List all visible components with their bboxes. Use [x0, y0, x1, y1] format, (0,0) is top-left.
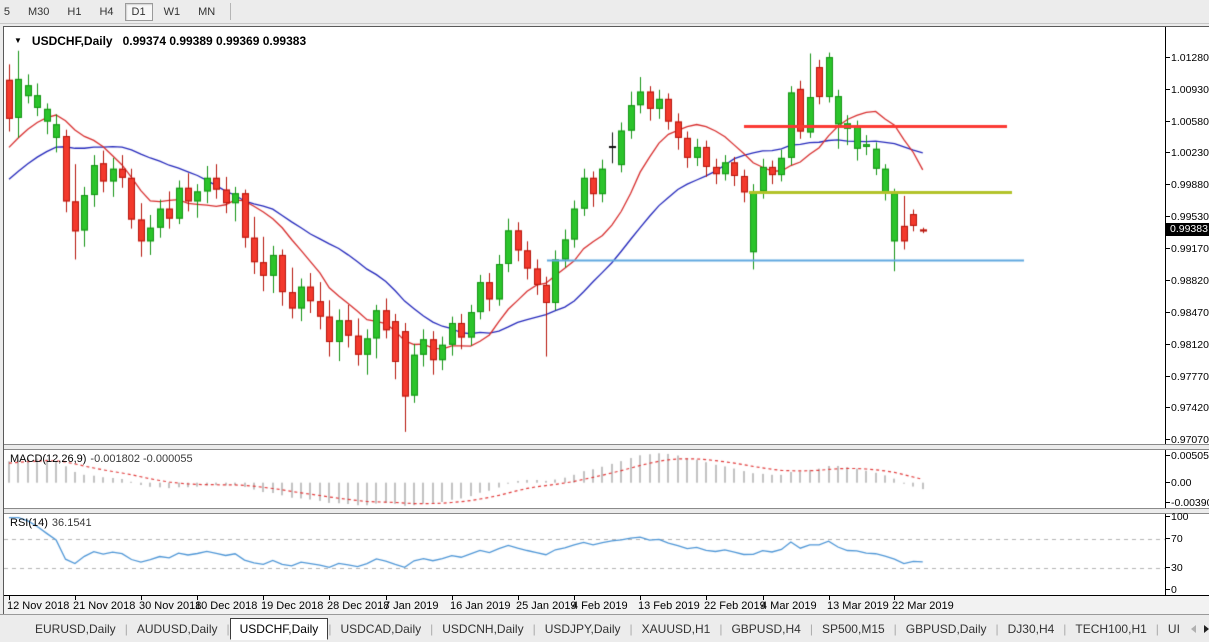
chart-tab-dj30-h4[interactable]: DJ30,H4 — [999, 619, 1064, 639]
price-tick-label: 1.00230 — [1171, 147, 1209, 159]
date-label: 13 Mar 2019 — [827, 600, 889, 612]
rsi-tick-label-tick — [1166, 516, 1170, 517]
rsi-tick-label-tick — [1166, 538, 1170, 539]
rsi-axis: 100 70 30 0 — [1165, 511, 1209, 596]
main-price-panel: ▼ USDCHF,Daily 0.99374 0.99389 0.99369 0… — [4, 27, 1209, 446]
rsi-tick-label: 100 — [1171, 511, 1189, 523]
date-label: 4 Mar 2019 — [761, 600, 817, 612]
chart-tab-sp500-m15[interactable]: SP500,M15 — [813, 619, 894, 639]
price-tick-label-tick — [1166, 216, 1170, 217]
current-price-tag: 0.99383 — [1166, 223, 1209, 236]
chart-tab-usdchf-daily[interactable]: USDCHF,Daily — [229, 617, 329, 640]
date-label: 19 Dec 2018 — [261, 600, 324, 612]
chart-tab-audusd-daily[interactable]: AUDUSD,Daily — [128, 619, 227, 639]
macd-tick-label: -0.003909 — [1171, 497, 1209, 509]
date-label: 28 Dec 2018 — [327, 600, 390, 612]
price-tick-label-tick — [1166, 407, 1170, 408]
chart-tab-usdcad-daily[interactable]: USDCAD,Daily — [331, 619, 430, 639]
chart-tab-tech100-h1[interactable]: TECH100,H1 — [1066, 619, 1155, 639]
tf-button-m5[interactable]: 5 — [0, 3, 17, 21]
chart-tab-xauusd-h1[interactable]: XAUUSD,H1 — [633, 619, 720, 639]
price-tick-label: 0.97070 — [1171, 434, 1209, 446]
price-tick-label-tick — [1166, 89, 1170, 90]
rsi-panel: RSI(14) 36.1541 100 70 30 0 — [4, 511, 1209, 596]
macd-tick-label: 0.005053 — [1171, 450, 1209, 462]
tf-button-mn[interactable]: MN — [191, 3, 222, 21]
rsi-value: 36.1541 — [51, 517, 92, 529]
rsi-tick-label: 70 — [1171, 533, 1183, 545]
chart-tab-gbpusd-daily[interactable]: GBPUSD,Daily — [897, 619, 996, 639]
tf-button-w1[interactable]: W1 — [157, 3, 188, 21]
price-tick-label: 0.98120 — [1171, 339, 1209, 351]
price-tick-label-tick — [1166, 57, 1170, 58]
chart-window: ▼ USDCHF,Daily 0.99374 0.99389 0.99369 0… — [3, 26, 1209, 617]
date-label: 22 Feb 2019 — [704, 600, 766, 612]
tf-button-d1[interactable]: D1 — [124, 2, 153, 21]
rsi-tick-label: 30 — [1171, 562, 1183, 574]
rsi-tick-label-tick — [1166, 567, 1170, 568]
chart-tab-usdcnh-daily[interactable]: USDCNH,Daily — [433, 619, 532, 639]
macd-label: MACD(12,26,9) -0.001802 -0.000055 — [10, 453, 193, 465]
mt4-application: 5 M30 H1 H4 D1 W1 MN ▼ USDCHF,Daily 0.99… — [0, 0, 1209, 642]
date-label: 16 Jan 2019 — [450, 600, 511, 612]
price-tick-label-tick — [1166, 152, 1170, 153]
timeframe-toolbar: 5 M30 H1 H4 D1 W1 MN — [0, 0, 1209, 24]
price-tick-label-tick — [1166, 344, 1170, 345]
tab-scroll-left-icon[interactable] — [1190, 624, 1196, 633]
price-tick-label: 1.00930 — [1171, 84, 1209, 96]
price-tick-label: 0.97770 — [1171, 371, 1209, 383]
date-label: 4 Feb 2019 — [572, 600, 628, 612]
date-label: 21 Nov 2018 — [73, 600, 136, 612]
chart-tab-usdjpy-daily[interactable]: USDJPY,Daily — [536, 619, 630, 639]
price-tick-label-tick — [1166, 121, 1170, 122]
date-label: 30 Nov 2018 — [139, 600, 202, 612]
price-tick-label: 0.98470 — [1171, 307, 1209, 319]
price-tick-label: 1.01280 — [1171, 52, 1209, 64]
macd-tick-label-tick — [1166, 482, 1170, 483]
title-dropdown-arrow[interactable]: ▼ — [14, 36, 22, 45]
macd-tick-label-tick — [1166, 455, 1170, 456]
macd-tick-label: 0.00 — [1171, 477, 1192, 489]
tab-scroll-right-icon[interactable] — [1203, 624, 1209, 633]
price-tick-label-tick — [1166, 248, 1170, 249]
price-tick-label: 0.99170 — [1171, 243, 1209, 255]
date-label: 25 Jan 2019 — [516, 600, 577, 612]
price-tick-label: 0.98820 — [1171, 275, 1209, 287]
price-tick-label-tick — [1166, 184, 1170, 185]
price-tick-label: 0.97420 — [1171, 402, 1209, 414]
main-chart-canvas[interactable] — [4, 27, 1165, 444]
tf-button-h4[interactable]: H4 — [92, 3, 120, 21]
date-label: 7 Jan 2019 — [384, 600, 439, 612]
price-tick-label: 1.00580 — [1171, 116, 1209, 128]
date-label: 22 Mar 2019 — [892, 600, 954, 612]
rsi-canvas[interactable] — [4, 514, 1165, 595]
macd-values: -0.001802 -0.000055 — [90, 453, 193, 465]
price-tick-label-tick — [1166, 376, 1170, 377]
toolbar-separator — [230, 3, 232, 20]
tf-button-m30[interactable]: M30 — [21, 3, 56, 21]
date-label: 13 Feb 2019 — [638, 600, 700, 612]
chart-title: ▼ USDCHF,Daily 0.99374 0.99389 0.99369 0… — [14, 34, 306, 48]
price-tick-label: 0.99880 — [1171, 179, 1209, 191]
macd-tick-label-tick — [1166, 502, 1170, 503]
price-tick-label-tick — [1166, 439, 1170, 440]
chart-tab-gbpusd-h4[interactable]: GBPUSD,H4 — [722, 619, 809, 639]
chart-symbol-label: USDCHF,Daily — [31, 34, 113, 48]
chart-ohlc-values: 0.99374 0.99389 0.99369 0.99383 — [122, 34, 307, 48]
date-label: 12 Nov 2018 — [7, 600, 70, 612]
macd-panel: MACD(12,26,9) -0.001802 -0.000055 0.00505… — [4, 450, 1209, 509]
rsi-label: RSI(14) 36.1541 — [10, 517, 92, 529]
chart-tab-eurusd-daily[interactable]: EURUSD,Daily — [26, 619, 125, 639]
price-tick-label-tick — [1166, 280, 1170, 281]
rsi-tick-label-tick — [1166, 589, 1170, 590]
tf-button-h1[interactable]: H1 — [60, 3, 88, 21]
date-label: 10 Dec 2018 — [195, 600, 258, 612]
price-tick-label: 0.99530 — [1171, 211, 1209, 223]
chart-tab-ui[interactable]: UI — [1159, 619, 1189, 639]
price-axis[interactable]: 1.01280 1.00930 1.00580 1.00230 0.99880 0.995… — [1165, 27, 1209, 446]
price-tick-label-tick — [1166, 312, 1170, 313]
chart-tab-bar: EURUSD,Daily | AUDUSD,Daily | USDCHF,Daily | U… — [0, 614, 1209, 642]
macd-axis: 0.005053 0.00 -0.003909 — [1165, 450, 1209, 509]
